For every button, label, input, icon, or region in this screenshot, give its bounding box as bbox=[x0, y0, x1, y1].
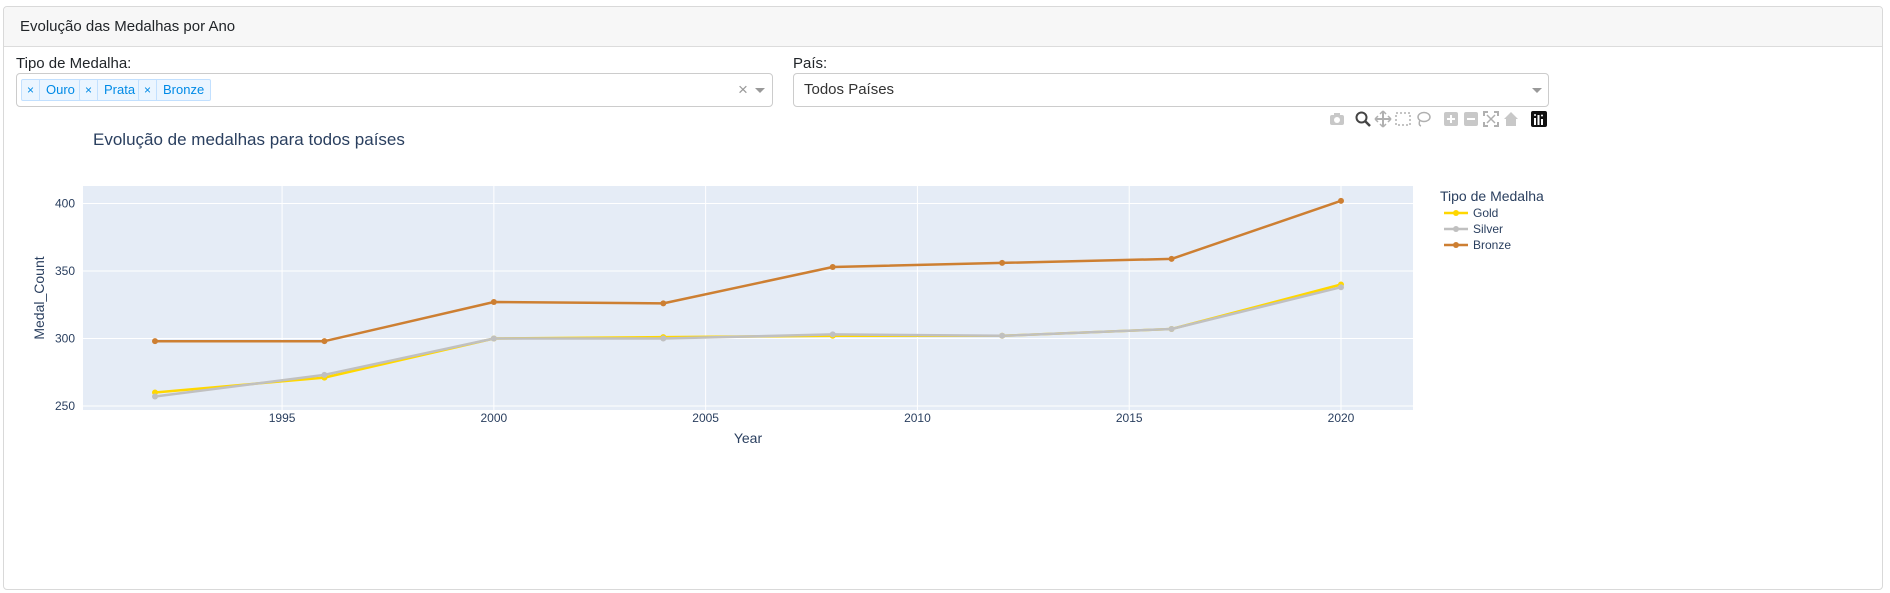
tag-label: Ouro bbox=[46, 82, 75, 97]
lasso-icon[interactable] bbox=[1414, 110, 1432, 128]
pan-icon[interactable] bbox=[1374, 110, 1392, 128]
country-select[interactable]: Todos Países bbox=[793, 73, 1549, 107]
plotly-logo-icon[interactable] bbox=[1530, 110, 1548, 128]
reset-axes-icon[interactable] bbox=[1502, 110, 1520, 128]
country-selected-value: Todos Países bbox=[804, 81, 895, 98]
autoscale-icon[interactable] bbox=[1482, 110, 1500, 128]
zoom-out-icon[interactable] bbox=[1462, 110, 1480, 128]
tag-label: Bronze bbox=[163, 82, 205, 97]
remove-tag-icon[interactable]: × bbox=[22, 80, 41, 100]
remove-tag-icon[interactable]: × bbox=[139, 80, 158, 100]
medal-tag-bronze: × Bronze bbox=[138, 79, 212, 101]
clear-all-icon[interactable]: × bbox=[738, 81, 748, 98]
box-select-icon[interactable] bbox=[1394, 110, 1412, 128]
country-label: País: bbox=[793, 55, 828, 72]
zoom-icon[interactable] bbox=[1354, 110, 1372, 128]
chevron-down-icon[interactable] bbox=[755, 88, 765, 93]
remove-tag-icon[interactable]: × bbox=[80, 80, 99, 100]
medal-tag-ouro: × Ouro bbox=[21, 79, 82, 101]
medal-type-label: Tipo de Medalha: bbox=[16, 55, 132, 72]
plot-modebar bbox=[1328, 110, 1548, 130]
chevron-down-icon[interactable] bbox=[1532, 88, 1542, 93]
camera-icon[interactable] bbox=[1328, 110, 1346, 128]
medal-tag-prata: × Prata bbox=[79, 79, 143, 101]
zoom-in-icon[interactable] bbox=[1442, 110, 1460, 128]
medal-type-multiselect[interactable]: × Ouro × Prata × Bronze × bbox=[16, 73, 773, 107]
tag-label: Prata bbox=[104, 82, 136, 97]
card-title: Evolução das Medalhas por Ano bbox=[4, 7, 1882, 47]
